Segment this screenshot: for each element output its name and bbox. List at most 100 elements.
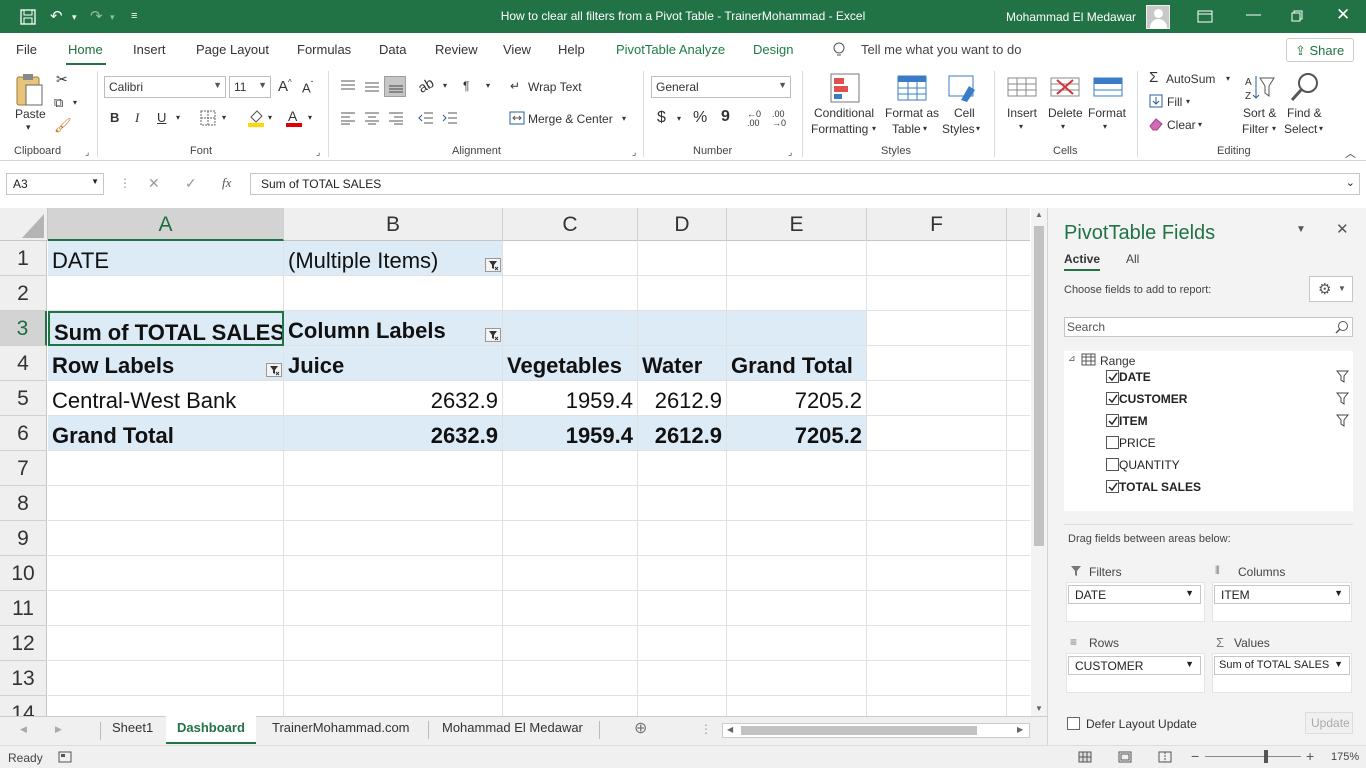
wrap-text-icon[interactable]: ↵	[510, 79, 520, 93]
paste-label[interactable]: Paste	[15, 107, 46, 121]
tab-split-handle[interactable]: ⋮	[700, 722, 712, 736]
column-header-e[interactable]: E	[727, 208, 867, 241]
add-sheet-icon[interactable]: ⊕	[634, 718, 647, 738]
avatar[interactable]	[1146, 5, 1170, 29]
find-select-icon[interactable]	[1289, 71, 1321, 103]
percent-button[interactable]: %	[693, 109, 707, 127]
restore-icon[interactable]	[1291, 10, 1303, 22]
tab-design[interactable]: Design	[753, 42, 793, 57]
select-all-corner[interactable]	[0, 208, 48, 241]
row-header[interactable]: 7	[0, 451, 47, 486]
row-header[interactable]: 13	[0, 661, 47, 696]
rows-field-customer[interactable]: CUSTOMER ▼	[1068, 656, 1201, 675]
font-name-combo[interactable]: Calibri ▼	[104, 76, 226, 98]
cell-d4[interactable]: Water	[638, 346, 727, 381]
zoom-in-icon[interactable]: +	[1306, 748, 1314, 764]
collapse-range-icon[interactable]: ⊿	[1068, 353, 1076, 364]
field-row-total-sales[interactable]: TOTAL SALES	[1048, 479, 1348, 499]
increase-indent-icon[interactable]	[442, 111, 458, 125]
zoom-level[interactable]: 175%	[1331, 751, 1359, 763]
align-left-icon[interactable]	[340, 111, 356, 125]
row-header[interactable]: 14	[0, 696, 47, 716]
align-center-icon[interactable]	[364, 111, 380, 125]
field-checkbox-date[interactable]	[1106, 370, 1119, 383]
row-labels-filter-button[interactable]	[266, 363, 282, 377]
cell-b3[interactable]: Column Labels	[284, 311, 503, 346]
tab-page-layout[interactable]: Page Layout	[196, 42, 269, 57]
number-format-combo[interactable]: General ▼	[651, 76, 791, 98]
orientation-icon[interactable]: ab	[415, 74, 436, 96]
sort-filter-icon[interactable]: AZ	[1244, 72, 1276, 104]
underline-dropdown-icon[interactable]: ▾	[176, 113, 180, 122]
cell-d6[interactable]: 2612.9	[638, 416, 727, 451]
column-header-c[interactable]: C	[503, 208, 638, 241]
decrease-indent-icon[interactable]	[418, 111, 434, 125]
conditional-formatting-label-2[interactable]: Formatting	[811, 122, 868, 136]
borders-icon[interactable]	[200, 110, 216, 126]
cell-e6[interactable]: 7205.2	[727, 416, 867, 451]
tab-data[interactable]: Data	[379, 42, 406, 57]
user-name[interactable]: Mohammad El Medawar	[1006, 10, 1136, 24]
zoom-out-icon[interactable]: −	[1191, 748, 1199, 764]
tab-review[interactable]: Review	[435, 42, 478, 57]
row-header[interactable]: 10	[0, 556, 47, 591]
format-as-table-icon[interactable]	[896, 72, 928, 104]
cell-b1[interactable]: (Multiple Items)	[284, 241, 503, 276]
format-dropdown-icon[interactable]: ▾	[1103, 122, 1107, 131]
borders-dropdown-icon[interactable]: ▾	[222, 113, 226, 122]
format-cells-icon[interactable]	[1092, 72, 1124, 104]
cell-e3[interactable]	[727, 311, 867, 346]
scroll-up-icon[interactable]: ▲	[1035, 210, 1043, 219]
page-break-view-icon[interactable]	[1158, 751, 1172, 763]
pane-options-icon[interactable]: ▼	[1296, 224, 1306, 235]
minimize-icon[interactable]: —	[1246, 6, 1261, 23]
format-cells-label[interactable]: Format	[1088, 106, 1126, 120]
field-search-input[interactable]: Search	[1064, 317, 1353, 337]
cell-b6[interactable]: 2632.9	[284, 416, 503, 451]
cell-a4[interactable]: Row Labels	[48, 346, 284, 381]
normal-view-icon[interactable]	[1078, 751, 1092, 763]
filters-field-date[interactable]: DATE ▼	[1068, 585, 1201, 604]
pane-tab-active[interactable]: Active	[1064, 252, 1100, 266]
vertical-scrollbar[interactable]: ▲ ▼	[1031, 208, 1047, 716]
cut-icon[interactable]: ✂	[56, 71, 68, 88]
autosum-icon[interactable]: Σ	[1149, 69, 1158, 86]
row-header[interactable]: 9	[0, 521, 47, 556]
align-right-icon[interactable]	[388, 111, 404, 125]
conditional-formatting-icon[interactable]	[829, 72, 861, 104]
sort-filter-label-1[interactable]: Sort &	[1243, 106, 1276, 120]
text-direction-icon[interactable]: ¶	[463, 79, 469, 93]
format-painter-icon[interactable]: 🖌	[54, 117, 72, 134]
formula-input[interactable]: Sum of TOTAL SALES ⌄	[250, 173, 1360, 195]
font-color-icon[interactable]: A	[285, 108, 303, 128]
tools-button[interactable]: ⚙ ▼	[1309, 276, 1353, 302]
font-color-dropdown-icon[interactable]: ▾	[308, 113, 312, 122]
conditional-formatting-dropdown-icon[interactable]: ▾	[872, 124, 876, 133]
zoom-slider-track[interactable]	[1205, 756, 1301, 757]
insert-function-button[interactable]: fx	[222, 175, 231, 191]
column-header-a[interactable]: A	[48, 208, 284, 241]
merge-center-button[interactable]: Merge & Center	[528, 112, 613, 126]
field-filter-icon[interactable]	[1335, 392, 1350, 408]
tab-file[interactable]: File	[16, 42, 37, 57]
conditional-formatting-label-1[interactable]: Conditional	[814, 106, 874, 120]
macro-record-icon[interactable]	[58, 751, 72, 763]
currency-dropdown-icon[interactable]: ▾	[677, 114, 681, 123]
comma-style-button[interactable]: 9	[721, 108, 730, 126]
confirm-entry-icon[interactable]: ✓	[185, 175, 197, 192]
merge-dropdown-icon[interactable]: ▾	[622, 114, 626, 123]
field-checkbox-customer[interactable]	[1106, 392, 1119, 405]
fill-dropdown-icon[interactable]: ▾	[1186, 97, 1190, 106]
align-middle-icon[interactable]	[364, 79, 380, 93]
column-header-b[interactable]: B	[284, 208, 503, 241]
sort-filter-label-2[interactable]: Filter	[1242, 122, 1269, 136]
find-select-dropdown-icon[interactable]: ▾	[1319, 124, 1323, 133]
cell-a5[interactable]: Central-West Bank	[48, 381, 284, 416]
fill-button[interactable]: Fill	[1167, 95, 1182, 109]
clipboard-launcher-icon[interactable]: ⌟	[85, 147, 89, 158]
sort-filter-dropdown-icon[interactable]: ▾	[1272, 124, 1276, 133]
delete-cells-icon[interactable]	[1049, 72, 1081, 104]
format-as-table-dropdown-icon[interactable]: ▾	[923, 124, 927, 133]
fill-color-icon[interactable]	[247, 108, 265, 128]
cell-styles-label-1[interactable]: Cell	[954, 106, 975, 120]
